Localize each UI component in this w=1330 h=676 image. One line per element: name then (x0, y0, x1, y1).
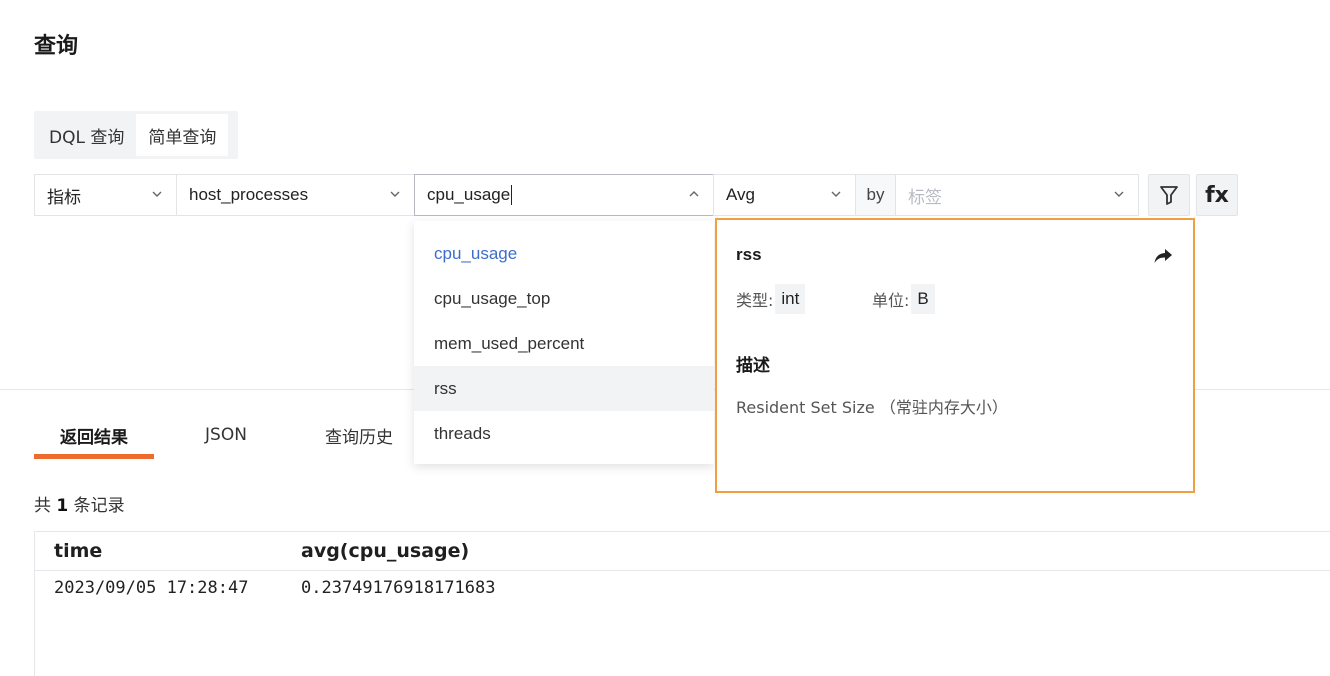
query-mode-switch: DQL 查询 简单查询 (34, 111, 238, 159)
chevron-down-icon (1114, 191, 1124, 197)
dropdown-option-threads[interactable]: threads (414, 411, 714, 456)
field-type-row: 类型: int (736, 284, 806, 314)
field-input-value: cpu_usage (427, 185, 511, 204)
unit-label: 单位: (872, 291, 910, 310)
record-count: 共 1 条记录 (34, 491, 125, 516)
dropdown-option-mem-used-percent[interactable]: mem_used_percent (414, 321, 714, 366)
fx-icon: fx (1205, 182, 1229, 208)
tab-results[interactable]: 返回结果 (34, 413, 154, 457)
aggregation-value: Avg (726, 185, 755, 204)
tag-placeholder: 标签 (908, 187, 942, 207)
record-count-suffix: 条记录 (73, 496, 125, 516)
record-count-number: 1 (56, 496, 69, 516)
measurement-select[interactable]: host_processes (176, 174, 415, 216)
tab-simple-query[interactable]: 简单查询 (136, 114, 229, 156)
dropdown-option-cpu-usage[interactable]: cpu_usage (414, 231, 714, 276)
tab-query-history[interactable]: 查询历史 (314, 413, 404, 457)
text-caret (511, 185, 513, 205)
column-header-avg-cpu-usage: avg(cpu_usage) (301, 540, 470, 562)
active-tab-indicator (34, 454, 154, 459)
field-detail-popover: rss 类型: int 单位: B 描述 Resident Set Size （… (715, 218, 1195, 493)
function-button[interactable]: fx (1196, 174, 1238, 216)
results-table: time avg(cpu_usage) 2023/09/05 17:28:47 … (34, 531, 1330, 676)
description-title: 描述 (736, 356, 770, 376)
unit-value-chip: B (911, 284, 935, 314)
filter-button[interactable] (1148, 174, 1190, 216)
column-header-time: time (54, 540, 103, 562)
chevron-down-icon (152, 191, 162, 197)
field-unit-row: 单位: B (872, 284, 935, 314)
data-type-value: 指标 (47, 187, 81, 207)
cell-time: 2023/09/05 17:28:47 (54, 578, 249, 598)
data-type-select[interactable]: 指标 (34, 174, 177, 216)
record-count-prefix: 共 (34, 496, 51, 516)
dropdown-option-cpu-usage-top[interactable]: cpu_usage_top (414, 276, 714, 321)
type-label: 类型: (736, 291, 774, 310)
aggregation-select[interactable]: Avg (713, 174, 856, 216)
measurement-value: host_processes (189, 185, 309, 204)
tag-select[interactable]: 标签 (895, 174, 1139, 216)
chevron-down-icon (390, 191, 400, 197)
type-value-chip: int (775, 284, 806, 314)
field-select-input[interactable]: cpu_usage (414, 174, 714, 216)
table-header: time avg(cpu_usage) (35, 532, 1330, 571)
page-title: 查询 (34, 34, 79, 59)
filter-icon (1160, 186, 1178, 205)
field-dropdown-menu: cpu_usage cpu_usage_top mem_used_percent… (414, 221, 714, 464)
dropdown-option-rss[interactable]: rss (414, 366, 714, 411)
cell-avg-cpu-usage: 0.23749176918171683 (301, 578, 496, 598)
share-arrow-icon[interactable] (1153, 247, 1173, 265)
by-label: by (855, 174, 896, 216)
description-text: Resident Set Size （常驻内存大小） (736, 398, 1008, 417)
tab-json[interactable]: JSON (186, 413, 266, 457)
chevron-down-icon (831, 191, 841, 197)
tab-dql-query[interactable]: DQL 查询 (37, 114, 136, 156)
chevron-up-icon (689, 191, 699, 197)
field-detail-name: rss (736, 245, 762, 264)
